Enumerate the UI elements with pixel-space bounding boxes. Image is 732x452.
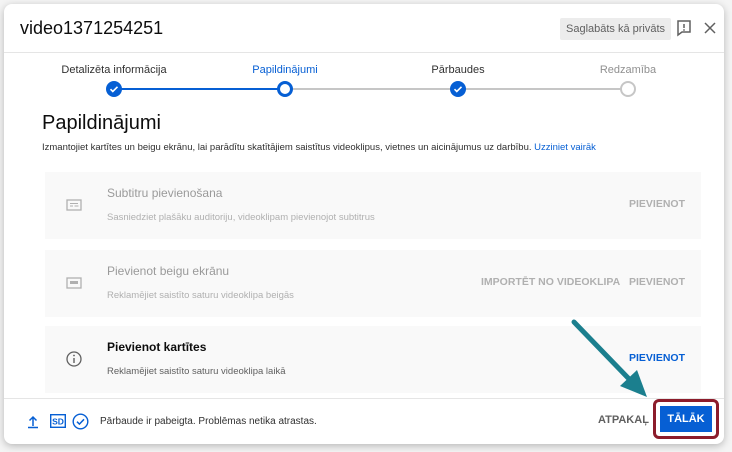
- card-subtitle: Reklamējiet saistīto saturu videoklipa b…: [107, 290, 294, 301]
- back-button[interactable]: ATPAKAĻ: [598, 414, 649, 426]
- step-label-extras[interactable]: Papildinājumi: [252, 64, 317, 76]
- step-pending-dot[interactable]: [620, 81, 636, 97]
- close-icon[interactable]: [700, 18, 720, 38]
- end-screen-icon: [65, 274, 83, 292]
- end-screen-card: Pievienot beigu ekrānu Reklamējiet saist…: [45, 250, 701, 317]
- step-done-check-icon[interactable]: [106, 81, 122, 97]
- card-title: Pievienot beigu ekrānu: [107, 264, 230, 278]
- video-title: video1371254251: [20, 18, 164, 38]
- dialog-header: video1371254251 Saglabāts kā privāts: [4, 4, 724, 52]
- step-connector: [285, 88, 458, 90]
- step-label-checks[interactable]: Pārbaudes: [431, 64, 484, 76]
- page-description: Izmantojiet kartītes un beigu ekrānu, la…: [42, 142, 596, 153]
- step-label-visibility[interactable]: Redzamība: [600, 64, 656, 76]
- check-status-text: Pārbaude ir pabeigta. Problēmas netika a…: [100, 416, 317, 427]
- step-done-check-icon[interactable]: [450, 81, 466, 97]
- upload-icon[interactable]: [26, 415, 40, 434]
- subtitles-icon: [65, 196, 83, 214]
- step-connector: [458, 88, 628, 90]
- learn-more-link[interactable]: Uzziniet vairāk: [534, 142, 596, 153]
- feedback-icon[interactable]: [674, 18, 694, 38]
- check-circle-icon[interactable]: [72, 413, 89, 435]
- sd-badge-text: SD: [52, 416, 64, 426]
- description-text: Izmantojiet kartītes un beigu ekrānu, la…: [42, 142, 532, 153]
- info-icon: [65, 350, 83, 368]
- add-cards-button[interactable]: PIEVIENOT: [629, 352, 685, 364]
- next-button[interactable]: TĀLĀK: [660, 406, 712, 432]
- sd-icon[interactable]: SD: [49, 413, 67, 433]
- add-end-screen-button[interactable]: PIEVIENOT: [629, 276, 685, 288]
- upload-dialog: video1371254251 Saglabāts kā privāts Det…: [4, 4, 724, 444]
- step-connector: [114, 88, 285, 90]
- card-subtitle: Sasniedziet plašāku auditoriju, videokli…: [107, 212, 375, 223]
- header-divider: [4, 52, 724, 53]
- dialog-footer: SD Pārbaude ir pabeigta. Problēmas netik…: [4, 399, 724, 444]
- add-subtitles-button[interactable]: PIEVIENOT: [629, 198, 685, 210]
- subtitles-card: Subtitru pievienošana Sasniedziet plašāk…: [45, 172, 701, 239]
- card-title: Pievienot kartītes: [107, 340, 207, 354]
- import-from-video-button[interactable]: IMPORTĒT NO VIDEOKLIPA: [481, 276, 620, 288]
- next-button-highlight: TĀLĀK: [653, 399, 719, 439]
- page-title: Papildinājumi: [42, 112, 161, 134]
- card-title: Subtitru pievienošana: [107, 186, 223, 200]
- progress-stepper: Detalizēta informācija Papildinājumi Pār…: [4, 60, 724, 104]
- step-current-dot[interactable]: [277, 81, 293, 97]
- card-subtitle: Reklamējiet saistīto saturu videoklipa l…: [107, 366, 286, 377]
- step-label-details[interactable]: Detalizēta informācija: [61, 64, 166, 76]
- cards-card: Pievienot kartītes Reklamējiet saistīto …: [45, 326, 701, 393]
- saved-status-badge[interactable]: Saglabāts kā privāts: [560, 18, 672, 40]
